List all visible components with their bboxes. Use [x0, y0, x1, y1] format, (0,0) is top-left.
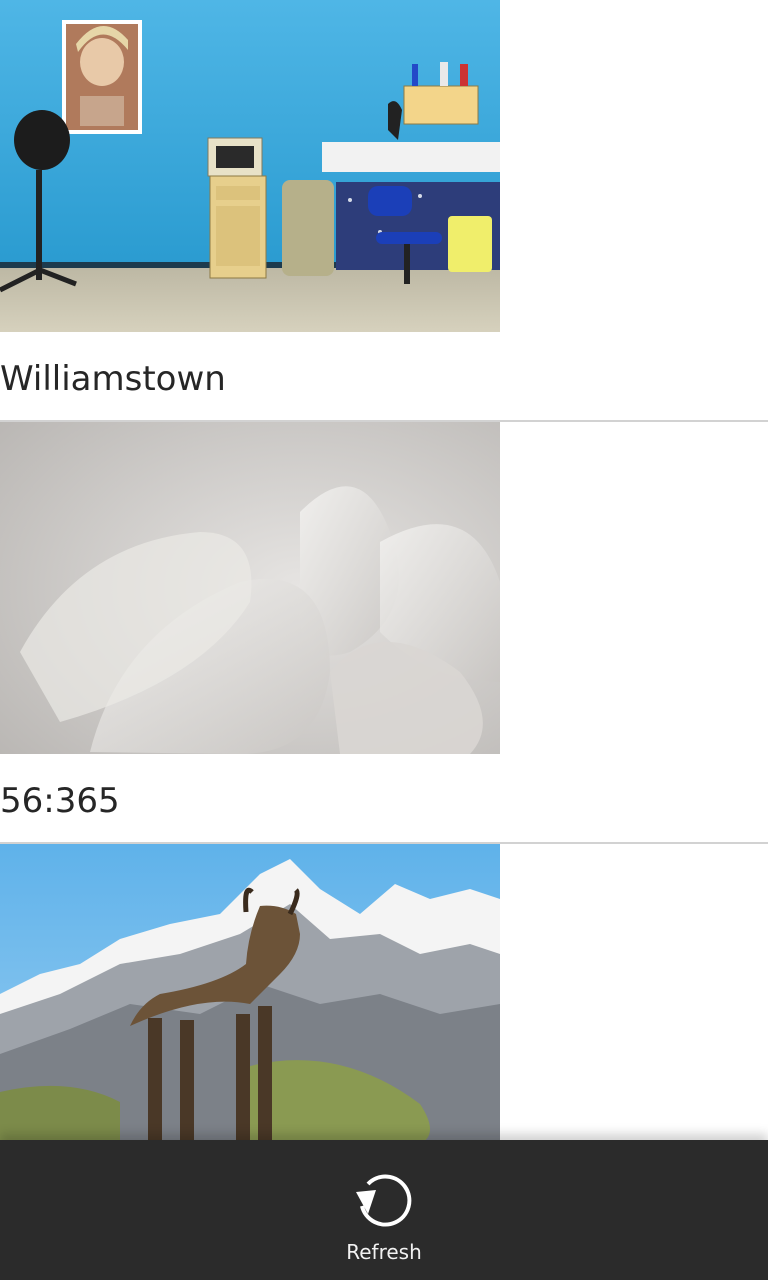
feed-item-image[interactable]: [0, 0, 500, 332]
action-bar: Refresh: [0, 1140, 768, 1280]
refresh-button[interactable]: Refresh: [324, 1158, 444, 1270]
feed-item-image[interactable]: [0, 422, 500, 754]
photo-feed[interactable]: Williamstown 56:365: [0, 0, 768, 1176]
feed-item[interactable]: 56:365: [0, 422, 768, 842]
feed-item-caption: Williamstown: [0, 359, 226, 399]
refresh-label: Refresh: [346, 1240, 422, 1264]
app-screen: Williamstown 56:365 Refresh: [0, 0, 768, 1280]
feed-item-image[interactable]: [0, 844, 500, 1176]
feed-item-caption: 56:365: [0, 781, 120, 821]
feed-item[interactable]: [0, 844, 768, 1176]
feed-item[interactable]: Williamstown: [0, 0, 768, 420]
refresh-icon: [356, 1174, 412, 1227]
